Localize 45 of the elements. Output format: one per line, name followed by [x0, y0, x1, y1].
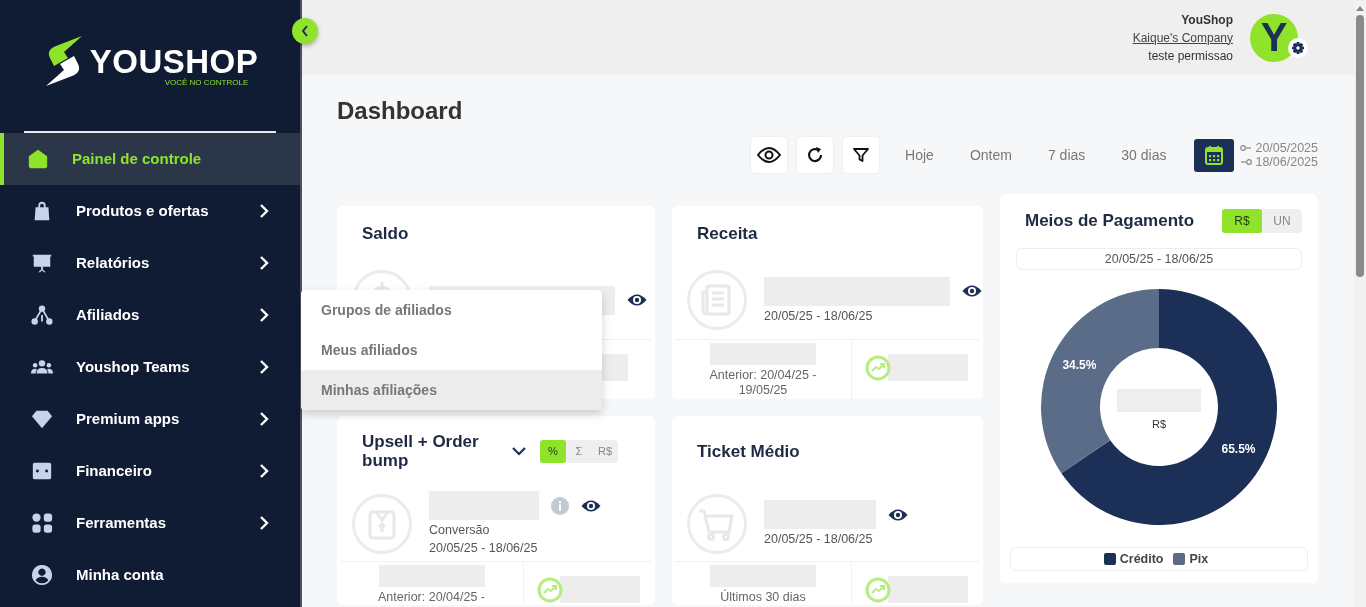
sidebar-item[interactable]: Ferramentas	[0, 496, 300, 549]
legend-label: Crédito	[1119, 552, 1164, 566]
date-range: 20/05/25 - 18/06/25	[1016, 248, 1302, 270]
unit-option[interactable]: R$	[1222, 209, 1262, 233]
date-range: 20/05/25 - 18/06/25	[764, 531, 874, 547]
sidebar-item[interactable]: Minha conta	[0, 548, 300, 601]
date-range-option[interactable]: Hoje	[895, 147, 944, 163]
mode-option[interactable]: %	[540, 439, 566, 463]
account-name: YouShop	[1181, 11, 1233, 29]
currency-label: R$	[1151, 418, 1167, 430]
comparison-period: Últimos 30 dias	[719, 590, 807, 605]
company-link[interactable]: Kaique's Company	[1132, 28, 1233, 47]
comparison-period: Anterior: 20/04/25 - 19/05/25	[708, 368, 818, 398]
date-range: 20/05/25 - 18/06/25	[429, 540, 539, 556]
avatar[interactable]: Y	[1250, 13, 1298, 62]
date-range-option[interactable]: 7 dias	[1037, 147, 1096, 163]
start-date: 20/05/2025	[1255, 141, 1318, 155]
comparison-period: Anterior: 20/04/25 -	[377, 590, 486, 605]
sidebar-item[interactable]: Financeiro	[0, 444, 300, 497]
card-title: Ticket Médio	[697, 441, 801, 461]
sidebar-item[interactable]: Relatórios	[0, 236, 300, 289]
end-date: 18/06/2025	[1255, 155, 1318, 169]
card-title: Upsell + Order bump	[362, 432, 480, 470]
card-title: Receita	[697, 223, 759, 244]
submenu-item[interactable]: Minhas afiliações	[301, 370, 602, 410]
submenu-item[interactable]: Meus afiliados	[301, 330, 602, 370]
card-title: Meios de Pagamento	[1025, 211, 1196, 231]
date-range: 20/05/25 - 18/06/25	[764, 307, 874, 324]
data-label: 65.5%	[1221, 442, 1256, 457]
sidebar-item[interactable]: Produtos e ofertas	[0, 184, 300, 237]
sidebar-item[interactable]: Painel de controle	[0, 132, 300, 185]
data-label: 34.5%	[1062, 357, 1097, 372]
logo-tagline: VOCÊ NO CONTROLE	[164, 78, 249, 87]
submenu-item[interactable]: Grupos de afiliados	[301, 290, 602, 330]
sidebar-item[interactable]: Afiliados	[0, 288, 300, 341]
sidebar-item[interactable]: Youshop Teams	[0, 340, 300, 393]
page-title: Dashboard	[337, 96, 464, 126]
logo-wordmark: YOUSHOP	[89, 45, 259, 79]
user-role: teste permissao	[1148, 47, 1233, 65]
card-title: Saldo	[362, 223, 410, 244]
legend-label: Pix	[1189, 552, 1209, 566]
metric-label: Conversão	[429, 522, 491, 538]
sidebar-item[interactable]: Premium apps	[0, 392, 300, 445]
date-range-option[interactable]: Ontem	[959, 147, 1022, 163]
date-range-option[interactable]: 30 dias	[1111, 147, 1177, 163]
